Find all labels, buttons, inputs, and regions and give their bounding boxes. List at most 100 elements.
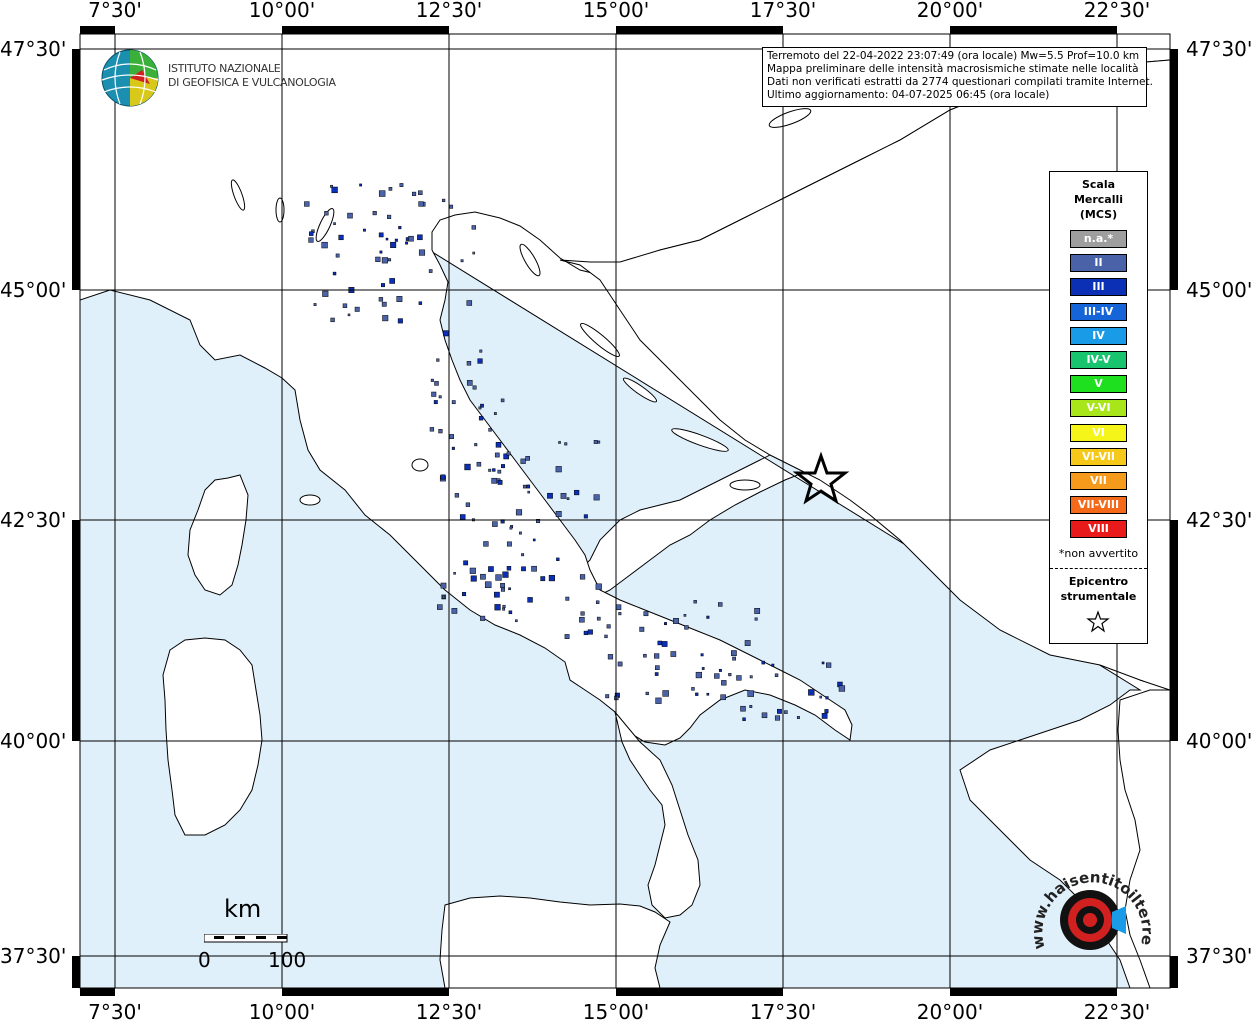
intensity-point bbox=[564, 442, 568, 446]
intensity-point bbox=[387, 214, 392, 219]
legend-title-line-1: Scala bbox=[1081, 178, 1116, 191]
intensity-point bbox=[579, 574, 586, 580]
intensity-point bbox=[777, 708, 782, 714]
intensity-point bbox=[389, 278, 395, 284]
intensity-point bbox=[700, 653, 704, 657]
intensity-point bbox=[736, 675, 742, 681]
intensity-point bbox=[555, 511, 562, 517]
lon-tick-bottom-1: 7°30' bbox=[88, 1000, 142, 1024]
intensity-point bbox=[643, 611, 649, 617]
intensity-point bbox=[488, 428, 492, 432]
intensity-point bbox=[484, 581, 492, 588]
intensity-point bbox=[508, 587, 511, 591]
intensity-point bbox=[397, 318, 403, 324]
ingv-line-2: DI GEOFISICA E VULCANOLOGIA bbox=[168, 76, 336, 89]
intensity-point bbox=[500, 583, 505, 588]
intensity-point bbox=[451, 608, 458, 614]
legend-epicenter-label: Epicentro strumentale bbox=[1050, 574, 1147, 604]
scale-end: 100 bbox=[268, 948, 307, 972]
intensity-point bbox=[449, 434, 454, 439]
island-elba bbox=[299, 494, 321, 506]
lat-tick-right-4: 40°00' bbox=[1186, 729, 1251, 753]
intensity-point bbox=[643, 653, 647, 658]
intensity-point bbox=[645, 691, 649, 696]
intensity-point bbox=[527, 597, 533, 603]
intensity-point bbox=[359, 183, 362, 187]
intensity-point bbox=[495, 442, 502, 448]
lon-tick-top-4: 15°00' bbox=[582, 0, 650, 22]
intensity-point bbox=[595, 600, 600, 604]
intensity-point bbox=[347, 313, 351, 317]
intensity-point bbox=[587, 629, 593, 635]
intensity-point bbox=[412, 191, 417, 196]
intensity-point bbox=[335, 253, 340, 258]
intensity-point bbox=[466, 361, 472, 366]
intensity-point bbox=[615, 604, 622, 611]
intensity-point bbox=[390, 241, 397, 248]
lat-tick-left-4: 40°00' bbox=[0, 729, 67, 753]
legend-swatch-2: II bbox=[1070, 254, 1127, 273]
intensity-map bbox=[72, 26, 1178, 996]
intensity-point bbox=[494, 452, 500, 458]
intensity-point bbox=[515, 619, 518, 623]
lat-tick-right-1: 47°30' bbox=[1186, 37, 1251, 61]
scale-start: 0 bbox=[198, 948, 211, 972]
intensity-point bbox=[540, 576, 546, 582]
intensity-point bbox=[483, 541, 489, 547]
lake-como bbox=[275, 197, 285, 223]
intensity-point bbox=[313, 303, 317, 306]
intensity-point bbox=[375, 256, 381, 262]
intensity-point bbox=[433, 400, 438, 405]
legend-epicenter-line-2: strumentale bbox=[1060, 590, 1137, 603]
intensity-point bbox=[494, 604, 501, 611]
intensity-point bbox=[566, 497, 570, 500]
intensity-point bbox=[593, 440, 598, 444]
event-info-box: Terremoto del 22-04-2022 23:07:49 (ora l… bbox=[762, 47, 1153, 107]
intensity-point bbox=[747, 690, 754, 697]
intensity-point bbox=[596, 616, 601, 621]
intensity-point bbox=[399, 183, 404, 187]
intensity-point bbox=[466, 300, 473, 306]
intensity-point bbox=[662, 690, 669, 697]
intensity-point bbox=[761, 712, 768, 719]
intensity-point bbox=[774, 673, 779, 677]
intensity-point bbox=[547, 492, 553, 499]
intensity-point bbox=[695, 671, 702, 679]
intensity-point bbox=[655, 697, 662, 704]
intensity-point bbox=[639, 626, 645, 632]
intensity-point bbox=[509, 526, 513, 530]
intensity-point bbox=[732, 656, 736, 661]
intensity-point bbox=[706, 692, 710, 696]
intensity-point bbox=[579, 616, 585, 623]
intensity-point bbox=[480, 403, 484, 408]
lon-tick-bottom-4: 15°00' bbox=[582, 1000, 650, 1024]
intensity-point bbox=[477, 358, 483, 364]
intensity-point bbox=[574, 489, 580, 496]
intensity-point bbox=[418, 301, 423, 305]
intensity-point bbox=[378, 232, 384, 238]
intensity-point bbox=[502, 604, 506, 609]
intensity-point bbox=[661, 641, 668, 647]
lon-tick-top-1: 7°30' bbox=[88, 0, 142, 22]
lat-tick-right-2: 45°00' bbox=[1186, 278, 1251, 302]
lon-tick-bottom-7: 22°30' bbox=[1083, 1000, 1151, 1024]
intensity-point bbox=[331, 186, 338, 194]
legend-epicenter-line-1: Epicentro bbox=[1068, 575, 1129, 588]
legend-swatch-6: IV-V bbox=[1070, 351, 1127, 369]
intensity-point bbox=[718, 668, 722, 672]
intensity-point bbox=[488, 566, 494, 572]
intensity-point bbox=[754, 608, 761, 614]
intensity-point bbox=[379, 250, 383, 254]
intensity-point bbox=[502, 571, 509, 578]
lat-tick-right-3: 42°30' bbox=[1186, 508, 1251, 532]
intensity-point bbox=[469, 567, 476, 574]
intensity-point bbox=[604, 634, 608, 639]
intensity-point bbox=[565, 596, 570, 601]
intensity-point bbox=[714, 673, 720, 679]
intensity-point bbox=[454, 493, 460, 498]
intensity-point bbox=[555, 466, 562, 473]
intensity-point bbox=[821, 661, 825, 665]
intensity-point bbox=[670, 651, 677, 657]
intensity-point bbox=[330, 184, 333, 188]
legend-swatch-13: VIII bbox=[1070, 520, 1127, 539]
